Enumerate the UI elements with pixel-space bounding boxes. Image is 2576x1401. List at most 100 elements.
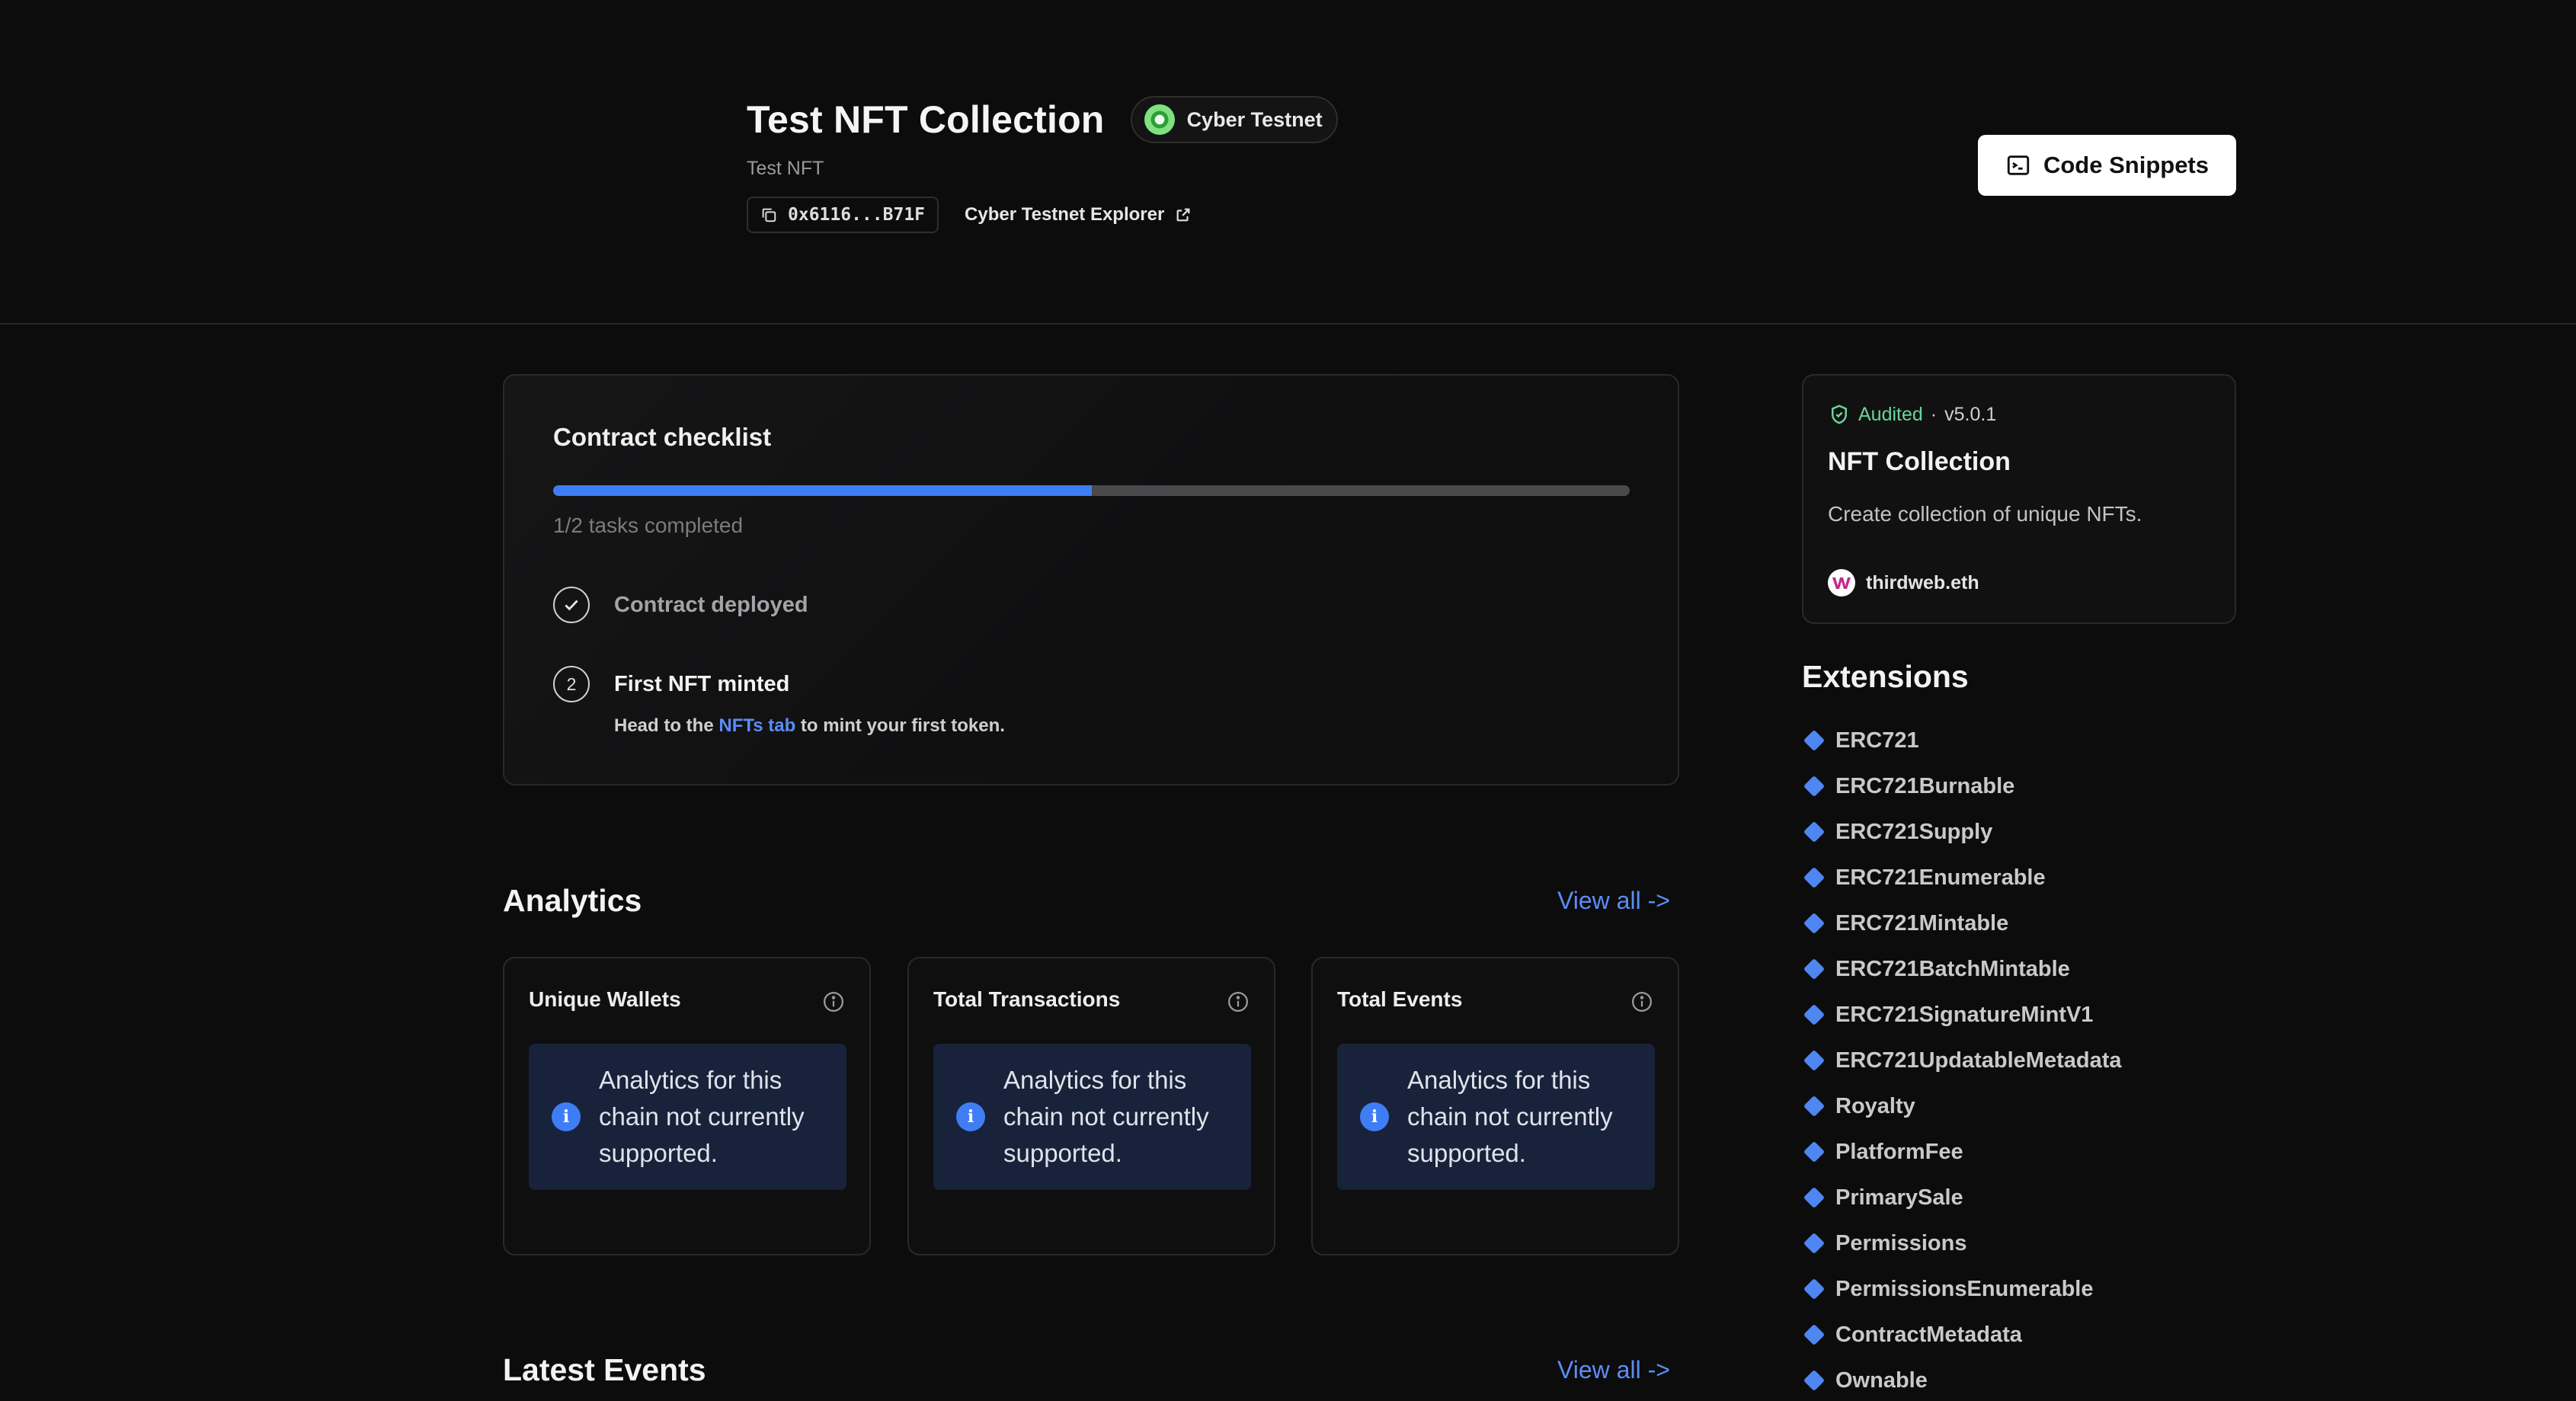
audited-label: Audited [1858,403,1923,425]
stat-title: Unique Wallets [529,987,681,1011]
nfts-tab-link[interactable]: NFTs tab [718,715,795,736]
diamond-icon [1803,866,1826,889]
extension-item: PrimarySale [1802,1175,2122,1220]
info-icon: i [552,1102,581,1131]
step-contract-deployed: Contract deployed [553,587,808,623]
extension-item: ERC721Burnable [1802,763,2122,809]
contract-address: 0x6116...B71F [788,205,926,225]
extension-name: ERC721Burnable [1835,773,2015,798]
diamond-icon [1803,775,1826,798]
notice-text: Analytics for this chain not currently s… [1407,1066,1613,1167]
diamond-icon [1803,820,1826,843]
extension-name: ERC721UpdatableMetadata [1835,1048,2122,1073]
separator: · [1930,403,1938,425]
contract-checklist-card: Contract checklist 1/2 tasks completed C… [503,374,1679,785]
extension-item: ERC721BatchMintable [1802,946,2122,992]
extension-item: ERC721UpdatableMetadata [1802,1038,2122,1083]
code-snippets-button[interactable]: Code Snippets [1978,135,2236,196]
thirdweb-logo-icon [1828,569,1855,597]
extensions-title: Extensions [1802,659,1969,694]
unsupported-notice: i Analytics for this chain not currently… [933,1044,1251,1190]
extension-name: ERC721 [1835,728,1919,753]
explorer-label: Cyber Testnet Explorer [965,204,1165,225]
diamond-icon [1803,1186,1826,1209]
contract-symbol: Test NFT [747,158,824,179]
chain-name: Cyber Testnet [1186,107,1323,131]
extension-item: PlatformFee [1802,1129,2122,1175]
contract-description: Create collection of unique NFTs. [1828,502,2142,526]
extension-name: ERC721SignatureMintV1 [1835,1002,2094,1027]
extension-name: ERC721Mintable [1835,910,2009,936]
info-icon[interactable] [1227,990,1250,1013]
terminal-icon [2007,155,2030,175]
step-number: 2 [553,666,590,702]
extension-name: PrimarySale [1835,1185,1963,1210]
extension-name: ContractMetadata [1835,1322,2022,1347]
checklist-progress-fill [553,485,1092,496]
chain-badge[interactable]: Cyber Testnet [1130,96,1338,143]
info-icon: i [956,1102,985,1131]
extension-item: ERC721 [1802,718,2122,763]
diamond-icon [1803,958,1826,980]
total-events-card: Total Events i Analytics for this chain … [1311,957,1679,1255]
extension-item: ERC721SignatureMintV1 [1802,992,2122,1038]
step-complete-circle [553,587,590,623]
extension-item: ContractMetadata [1802,1312,2122,1358]
hint-suffix: to mint your first token. [800,715,1005,736]
stat-title: Total Events [1337,987,1463,1011]
tasks-completed-text: 1/2 tasks completed [553,513,744,537]
contract-version: v5.0.1 [1944,403,1997,425]
diamond-icon [1803,1369,1826,1392]
analytics-view-all-link[interactable]: View all -> [1557,887,1670,915]
publisher-name: thirdweb.eth [1866,571,1979,593]
extension-name: Permissions [1835,1230,1967,1255]
diamond-icon [1803,1095,1826,1118]
audit-status: Audited · v5.0.1 [1828,403,1996,426]
diamond-icon [1803,1003,1826,1026]
latest-events-view-all-link[interactable]: View all -> [1557,1356,1670,1384]
shield-icon [1832,405,1847,424]
explorer-link[interactable]: Cyber Testnet Explorer [965,204,1192,226]
contract-name: NFT Collection [1828,447,2011,476]
diamond-icon [1803,1232,1826,1255]
step-hint: Head to the NFTs tab to mint your first … [614,715,1005,737]
stat-title: Total Transactions [933,987,1121,1011]
extensions-list: ERC721 ERC721Burnable ERC721Supply ERC721En… [1802,718,2122,1401]
publisher[interactable]: thirdweb.eth [1828,569,1979,597]
info-icon[interactable] [1630,990,1653,1013]
step-label: Contract deployed [614,592,808,617]
diamond-icon [1803,1140,1826,1163]
extension-name: ERC721BatchMintable [1835,956,2070,981]
extension-name: ERC721Enumerable [1835,865,2046,890]
checklist-progress-bar [553,485,1630,496]
address-row: 0x6116...B71F Cyber Testnet Explorer [747,197,1192,233]
notice-text: Analytics for this chain not currently s… [599,1066,805,1167]
extension-item: ERC721Enumerable [1802,855,2122,900]
notice-text: Analytics for this chain not currently s… [1003,1066,1209,1167]
page: Test NFT Collection Cyber Testnet Test N… [0,0,2576,1401]
check-icon [565,600,578,611]
diamond-icon [1803,1323,1826,1346]
extension-name: PlatformFee [1835,1139,1963,1164]
extension-name: Royalty [1835,1093,1915,1118]
step-first-nft-minted: 2 First NFT minted [553,666,789,702]
contract-header: Test NFT Collection Cyber Testnet Test N… [0,0,2576,325]
extension-item: Ownable [1802,1358,2122,1401]
extension-item: Permissions [1802,1220,2122,1266]
unsupported-notice: i Analytics for this chain not currently… [1337,1044,1655,1190]
external-link-icon [1176,208,1190,222]
step-label: First NFT minted [614,671,790,696]
diamond-icon [1803,1278,1826,1300]
latest-events-title: Latest Events [503,1352,706,1387]
code-snippets-label: Code Snippets [2043,152,2209,178]
info-icon[interactable] [822,990,845,1013]
extension-item: ERC721Supply [1802,809,2122,855]
contract-info-card[interactable]: Audited · v5.0.1 NFT Collection Create c… [1802,374,2236,624]
copy-address-button[interactable]: 0x6116...B71F [747,197,939,233]
extension-item: PermissionsEnumerable [1802,1266,2122,1312]
copy-icon [762,208,776,222]
checklist-title: Contract checklist [553,423,772,451]
page-title: Test NFT Collection [747,98,1105,141]
diamond-icon [1803,1049,1826,1072]
extension-item: ERC721Mintable [1802,900,2122,946]
